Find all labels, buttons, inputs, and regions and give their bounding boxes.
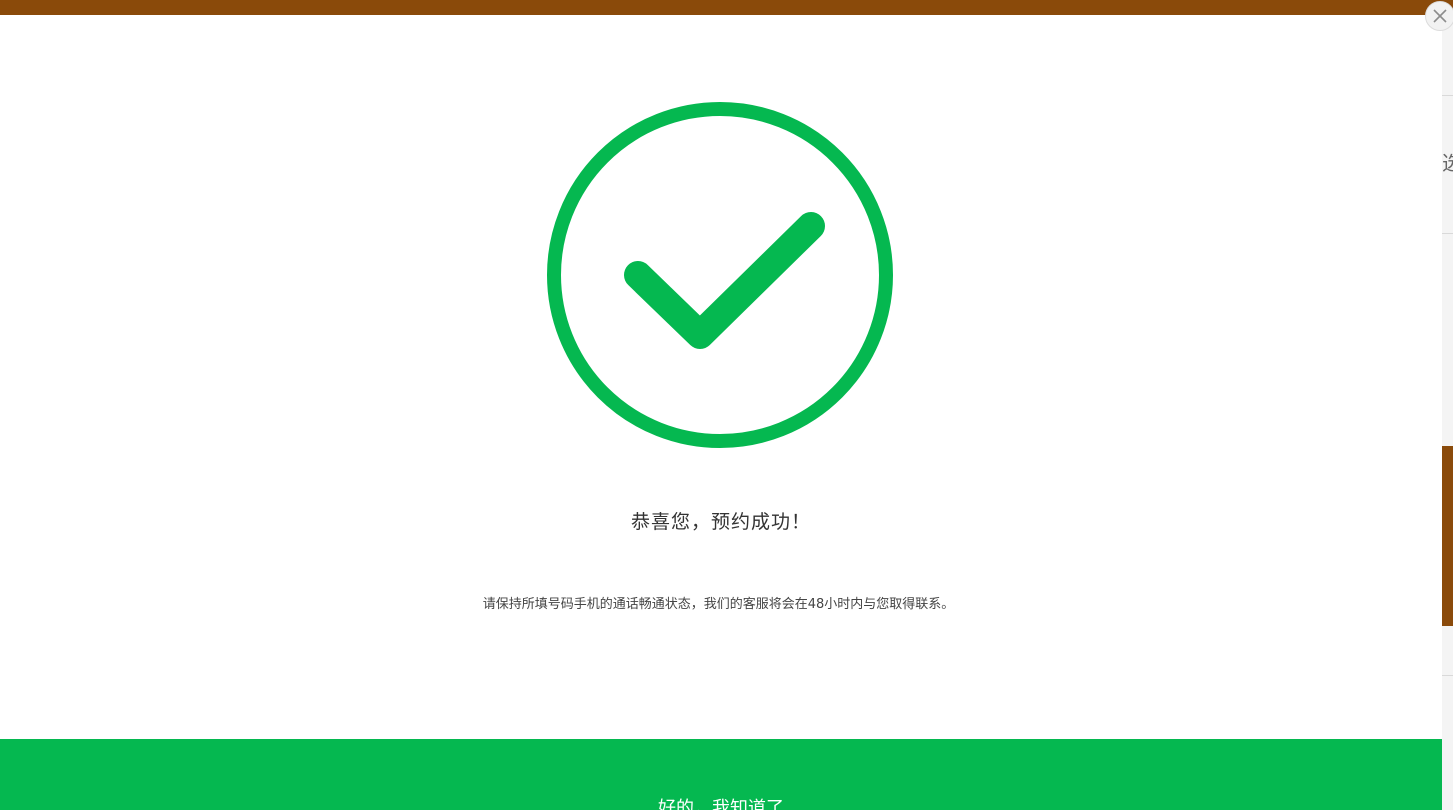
success-title: 恭喜您，预约成功！ <box>630 511 811 533</box>
success-message: 请保持所填号码手机的通话畅通状态，我们的客服将会在48小时内与您取得联系。 <box>482 597 955 612</box>
background-divider <box>1442 675 1453 676</box>
close-button[interactable] <box>1425 1 1453 31</box>
check-circle-icon <box>547 102 893 448</box>
background-banner <box>1442 446 1453 626</box>
background-top-bar <box>0 0 1453 15</box>
background-divider <box>1442 95 1453 96</box>
background-page-edge: 选 <box>1442 15 1453 810</box>
background-divider <box>1442 233 1453 234</box>
close-icon <box>1433 9 1447 23</box>
background-partial-text: 选 <box>1442 151 1453 175</box>
confirm-button[interactable]: 好的，我知道了 <box>0 739 1442 810</box>
confirm-button-label: 好的，我知道了 <box>658 798 784 810</box>
success-modal: 恭喜您，预约成功！ 请保持所填号码手机的通话畅通状态，我们的客服将会在48小时内… <box>0 15 1442 810</box>
